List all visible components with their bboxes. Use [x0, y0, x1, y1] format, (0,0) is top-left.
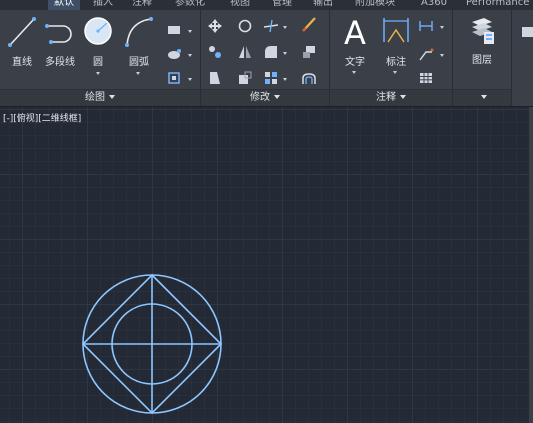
tab-view[interactable]: 视图	[230, 0, 250, 10]
next-panel-partial	[512, 10, 533, 106]
hatch-icon[interactable]	[166, 46, 182, 62]
dimension-tool-label: 标注	[386, 57, 406, 68]
text-tool[interactable]: A 文字	[338, 12, 372, 74]
ribbon-tab-bar: 默认 插入 注释 参数化 视图 管理 输出 附加模块 A360 Performa…	[0, 0, 533, 10]
arc-tool-label: 圆弧	[129, 57, 149, 68]
mirror-icon[interactable]	[237, 44, 253, 60]
stretch-icon[interactable]	[207, 70, 223, 86]
layers-panel-caret-icon	[481, 95, 487, 99]
copy-icon[interactable]	[207, 44, 223, 60]
text-dropdown-icon[interactable]	[352, 71, 356, 74]
rotate-icon[interactable]	[237, 18, 253, 34]
hatch-dropdown-icon[interactable]	[188, 54, 192, 57]
circle-dropdown-icon[interactable]	[96, 72, 100, 75]
layers-panel: 图层	[453, 10, 512, 106]
rectangle-icon[interactable]	[166, 22, 182, 38]
drawing-viewport[interactable]: [-][俯视][二维线框]	[0, 107, 533, 423]
tab-performance[interactable]: Performance	[466, 0, 529, 10]
arc-dropdown-icon[interactable]	[136, 72, 140, 75]
modify-panel-title[interactable]: 修改	[201, 89, 329, 106]
tab-insert[interactable]: 插入	[93, 0, 113, 10]
line-icon	[8, 17, 36, 47]
modify-panel-caret-icon	[274, 95, 280, 99]
linear-dimension-icon[interactable]	[418, 18, 434, 34]
leader-icon[interactable]	[418, 46, 434, 62]
line-tool-label: 直线	[12, 57, 32, 68]
viewport-right-edge	[529, 107, 533, 423]
line-tool[interactable]: 直线	[4, 14, 40, 68]
layers-panel-expander[interactable]	[453, 89, 511, 106]
tab-manage[interactable]: 管理	[272, 0, 292, 10]
ribbon: 直线 多段线 圆 圆弧 绘图 修改 A 文字 标注 注释 图层	[0, 10, 533, 107]
layers-icon	[472, 18, 494, 44]
draw-panel-title[interactable]: 绘图	[0, 89, 200, 106]
annotation-panel-caret-icon	[400, 95, 406, 99]
offset-icon[interactable]	[301, 70, 317, 86]
erase-icon[interactable]	[301, 16, 317, 32]
circle-tool-label: 圆	[93, 57, 103, 68]
annotation-panel-title[interactable]: 注释	[330, 89, 452, 106]
annotation-panel: A 文字 标注 注释	[330, 10, 453, 106]
array-icon[interactable]	[263, 70, 279, 86]
arc-tool[interactable]: 圆弧	[120, 14, 158, 75]
linear-dimension-dropdown-icon[interactable]	[440, 26, 444, 29]
trim-icon[interactable]	[263, 18, 279, 34]
polyline-tool[interactable]: 多段线	[40, 14, 80, 68]
circle-icon	[84, 17, 112, 45]
polyline-tool-label: 多段线	[45, 57, 75, 68]
table-icon[interactable]	[418, 70, 434, 86]
arc-icon	[125, 17, 153, 47]
trim-dropdown-icon[interactable]	[283, 26, 287, 29]
dimension-tool[interactable]: 标注	[378, 12, 414, 74]
dimension-dropdown-icon[interactable]	[393, 71, 397, 74]
dimension-icon	[383, 18, 409, 43]
drawing-canvas[interactable]	[0, 107, 533, 423]
text-tool-label: 文字	[345, 57, 365, 68]
modify-panel: 修改	[201, 10, 330, 106]
layers-tool-label: 图层	[472, 55, 492, 66]
array-dropdown-icon[interactable]	[283, 78, 287, 81]
tab-output[interactable]: 输出	[313, 0, 333, 10]
fillet-icon[interactable]	[263, 44, 279, 60]
block-icon[interactable]	[520, 24, 533, 40]
tab-a360[interactable]: A360	[421, 0, 447, 10]
text-icon: A	[344, 14, 366, 52]
scale-icon[interactable]	[237, 70, 253, 86]
tab-addins[interactable]: 附加模块	[355, 0, 395, 10]
tab-default[interactable]: 默认	[48, 0, 80, 10]
circle-tool[interactable]: 圆	[80, 14, 116, 75]
leader-dropdown-icon[interactable]	[440, 54, 444, 57]
tab-parametric[interactable]: 参数化	[175, 0, 205, 10]
autocad-window: 默认 插入 注释 参数化 视图 管理 输出 附加模块 A360 Performa…	[0, 0, 533, 423]
polyline-icon	[45, 24, 72, 44]
tab-annotate[interactable]: 注释	[132, 0, 152, 10]
draw-panel: 直线 多段线 圆 圆弧 绘图	[0, 10, 201, 106]
rectangle-dropdown-icon[interactable]	[188, 30, 192, 33]
cad-drawing[interactable]	[81, 273, 223, 415]
draw-panel-caret-icon	[109, 95, 115, 99]
boundary-dropdown-icon[interactable]	[188, 78, 192, 81]
explode-icon[interactable]	[301, 44, 317, 60]
move-icon[interactable]	[207, 18, 223, 34]
svg-text:A: A	[344, 14, 366, 50]
fillet-dropdown-icon[interactable]	[283, 52, 287, 55]
boundary-icon[interactable]	[166, 70, 182, 86]
layers-tool[interactable]: 图层	[463, 14, 501, 66]
